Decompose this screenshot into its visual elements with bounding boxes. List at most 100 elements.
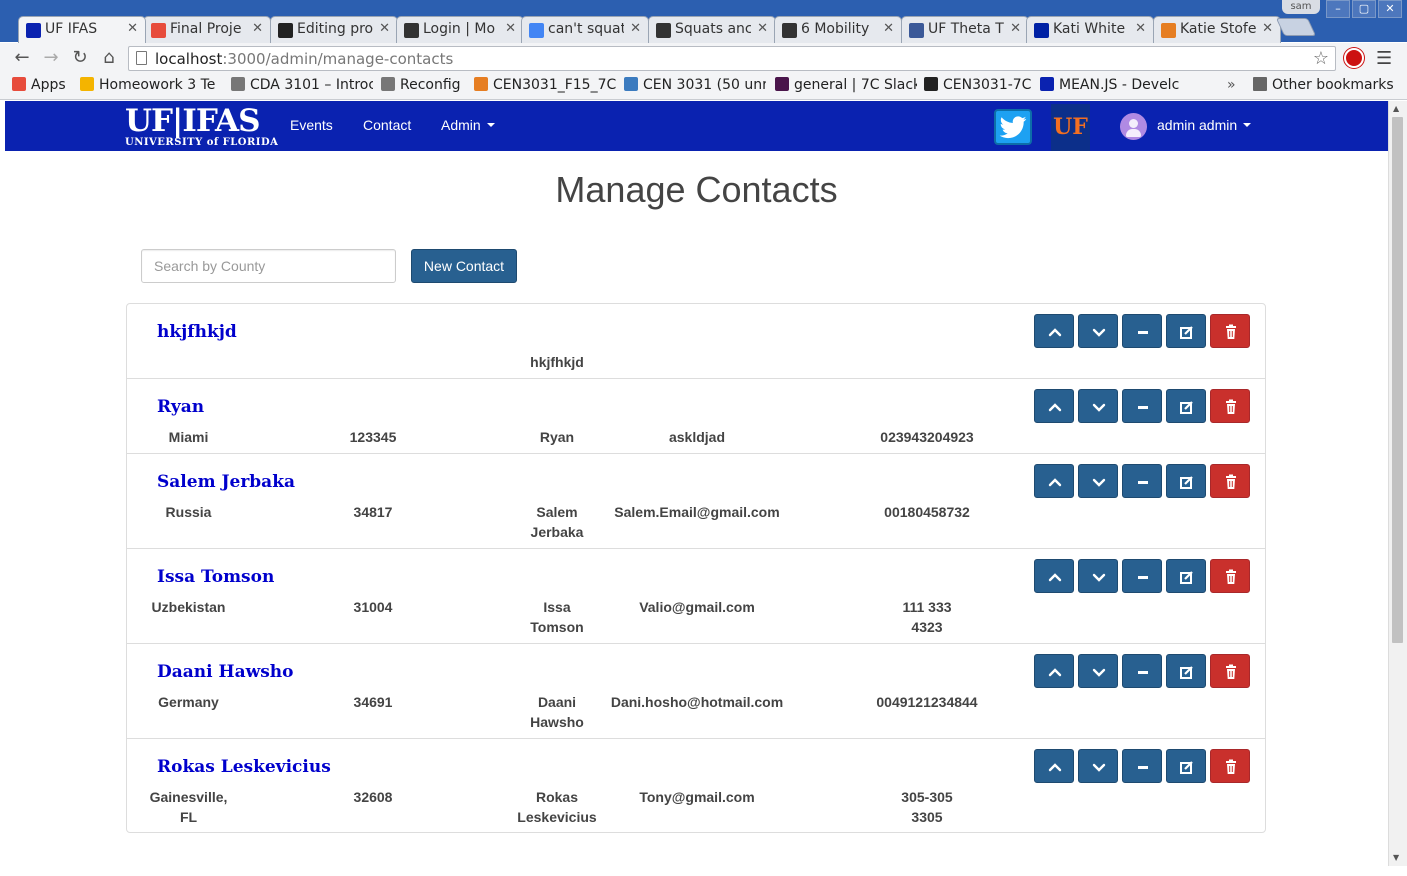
close-tab-icon[interactable]: ✕ (505, 21, 516, 36)
move-up-button[interactable] (1034, 314, 1074, 348)
close-tab-icon[interactable]: ✕ (1010, 21, 1021, 36)
collapse-button[interactable] (1122, 464, 1162, 498)
contact-name[interactable]: Ryan (157, 397, 204, 417)
browser-tab[interactable]: Login | Mo ✕ (396, 16, 524, 43)
move-down-button[interactable] (1078, 749, 1118, 783)
collapse-button[interactable] (1122, 654, 1162, 688)
browser-tab[interactable]: UF IFAS ✕ (18, 16, 146, 43)
close-tab-icon[interactable]: ✕ (757, 21, 768, 36)
bookmark-item[interactable]: Apps (12, 77, 66, 93)
page-scrollbar[interactable]: ▲ ▼ (1388, 101, 1407, 866)
browser-tab[interactable]: Squats anc ✕ (648, 16, 776, 43)
uf-logo-badge[interactable]: UF (1051, 104, 1090, 151)
collapse-button[interactable] (1122, 314, 1162, 348)
collapse-button[interactable] (1122, 559, 1162, 593)
scroll-down-arrow-icon[interactable]: ▼ (1393, 853, 1399, 862)
new-tab-button[interactable] (1275, 18, 1317, 36)
browser-tab[interactable]: Katie Stofe ✕ (1153, 16, 1281, 43)
contact-phone: 00180458732 (884, 504, 970, 520)
minimize-window-icon[interactable]: – (1326, 0, 1350, 18)
back-arrow-icon[interactable]: ← (12, 48, 32, 68)
delete-contact-button[interactable] (1210, 389, 1250, 423)
edit-contact-button[interactable] (1166, 389, 1206, 423)
bookmark-item[interactable]: general | 7C Slack (775, 77, 917, 93)
bookmarks-overflow-chevron[interactable]: » (1227, 77, 1236, 93)
browser-tab[interactable]: Final Proje ✕ (143, 16, 271, 43)
twitter-icon[interactable] (994, 109, 1032, 145)
nav-events-link[interactable]: Events (290, 117, 333, 133)
nav-admin-dropdown[interactable]: Admin (441, 117, 495, 133)
move-down-button[interactable] (1078, 654, 1118, 688)
bookmark-star-icon[interactable]: ☆ (1313, 48, 1329, 69)
bookmark-item[interactable]: CEN 3031 (50 unr (624, 77, 766, 93)
url-text[interactable]: localhost:3000/admin/manage-contacts (155, 50, 453, 68)
browser-tab[interactable]: 6 Mobility ✕ (774, 16, 902, 43)
address-bar[interactable]: localhost:3000/admin/manage-contacts ☆ (128, 46, 1336, 71)
home-icon[interactable]: ⌂ (99, 48, 119, 68)
edit-contact-button[interactable] (1166, 464, 1206, 498)
close-tab-icon[interactable]: ✕ (630, 21, 641, 36)
browser-tab[interactable]: UF Theta T ✕ (901, 16, 1029, 43)
page-info-icon[interactable] (136, 51, 147, 65)
contact-name[interactable]: Daani Hawsho (157, 662, 294, 682)
bookmark-item[interactable]: CDA 3101 – Introc (231, 77, 373, 93)
browser-tab[interactable]: Kati White ✕ (1026, 16, 1154, 43)
contact-name[interactable]: Salem Jerbaka (157, 472, 295, 492)
scroll-up-arrow-icon[interactable]: ▲ (1393, 104, 1399, 113)
collapse-button[interactable] (1122, 749, 1162, 783)
scrollbar-thumb[interactable] (1392, 117, 1403, 643)
collapse-button[interactable] (1122, 389, 1162, 423)
move-down-button[interactable] (1078, 389, 1118, 423)
edit-contact-button[interactable] (1166, 314, 1206, 348)
forward-arrow-icon[interactable]: → (41, 48, 61, 68)
move-down-button[interactable] (1078, 559, 1118, 593)
delete-contact-button[interactable] (1210, 559, 1250, 593)
bookmark-item[interactable]: CEN3031_F15_7C (474, 77, 616, 93)
edit-contact-button[interactable] (1166, 559, 1206, 593)
contact-row: Daani Hawsho Germany 34691 Daani Hawsho Dani… (127, 644, 1265, 739)
close-tab-icon[interactable]: ✕ (1135, 21, 1146, 36)
adblock-extension-icon[interactable] (1344, 48, 1364, 68)
close-tab-icon[interactable]: ✕ (252, 21, 263, 36)
browser-tab[interactable]: can't squat ✕ (521, 16, 649, 43)
close-tab-icon[interactable]: ✕ (1262, 21, 1273, 36)
move-up-button[interactable] (1034, 464, 1074, 498)
contact-name[interactable]: Rokas Leskevicius (157, 757, 331, 777)
contact-name[interactable]: hkjfhkjd (157, 322, 237, 342)
nav-contact-link[interactable]: Contact (363, 117, 411, 133)
delete-contact-button[interactable] (1210, 314, 1250, 348)
other-bookmarks-folder[interactable]: Other bookmarks (1253, 77, 1394, 93)
bookmark-item[interactable]: Homeowork 3 Te (80, 77, 215, 93)
move-up-button[interactable] (1034, 389, 1074, 423)
chevron-up-icon (1048, 573, 1062, 582)
delete-contact-button[interactable] (1210, 749, 1250, 783)
close-tab-icon[interactable]: ✕ (379, 21, 390, 36)
contact-name[interactable]: Issa Tomson (157, 567, 274, 587)
edit-contact-button[interactable] (1166, 654, 1206, 688)
browser-tab[interactable]: Editing pro ✕ (270, 16, 398, 43)
bookmark-item[interactable]: Reconfig (381, 77, 461, 93)
move-down-button[interactable] (1078, 464, 1118, 498)
move-up-button[interactable] (1034, 749, 1074, 783)
bookmark-item[interactable]: MEAN.JS - Develc (1040, 77, 1179, 93)
delete-contact-button[interactable] (1210, 464, 1250, 498)
user-menu-dropdown[interactable]: admin admin (1157, 117, 1252, 133)
browser-menu-icon[interactable]: ☰ (1376, 48, 1392, 69)
uf-ifas-logo[interactable]: UF|IFAS UNIVERSITY of FLORIDA (125, 106, 278, 149)
county-search-input[interactable] (141, 249, 396, 283)
new-contact-button[interactable]: New Contact (411, 249, 517, 283)
close-tab-icon[interactable]: ✕ (883, 21, 894, 36)
maximize-window-icon[interactable]: ▢ (1352, 0, 1376, 18)
browser-profile-chip[interactable]: sam (1282, 0, 1320, 14)
bookmark-item[interactable]: CEN3031-7C (924, 77, 1031, 93)
reload-icon[interactable]: ↻ (70, 48, 90, 68)
move-up-button[interactable] (1034, 559, 1074, 593)
bookmark-label: Apps (31, 77, 66, 93)
move-up-button[interactable] (1034, 654, 1074, 688)
close-window-icon[interactable]: ✕ (1378, 0, 1402, 18)
close-tab-icon[interactable]: ✕ (127, 21, 138, 36)
delete-contact-button[interactable] (1210, 654, 1250, 688)
edit-contact-button[interactable] (1166, 749, 1206, 783)
user-avatar[interactable] (1120, 113, 1147, 140)
move-down-button[interactable] (1078, 314, 1118, 348)
